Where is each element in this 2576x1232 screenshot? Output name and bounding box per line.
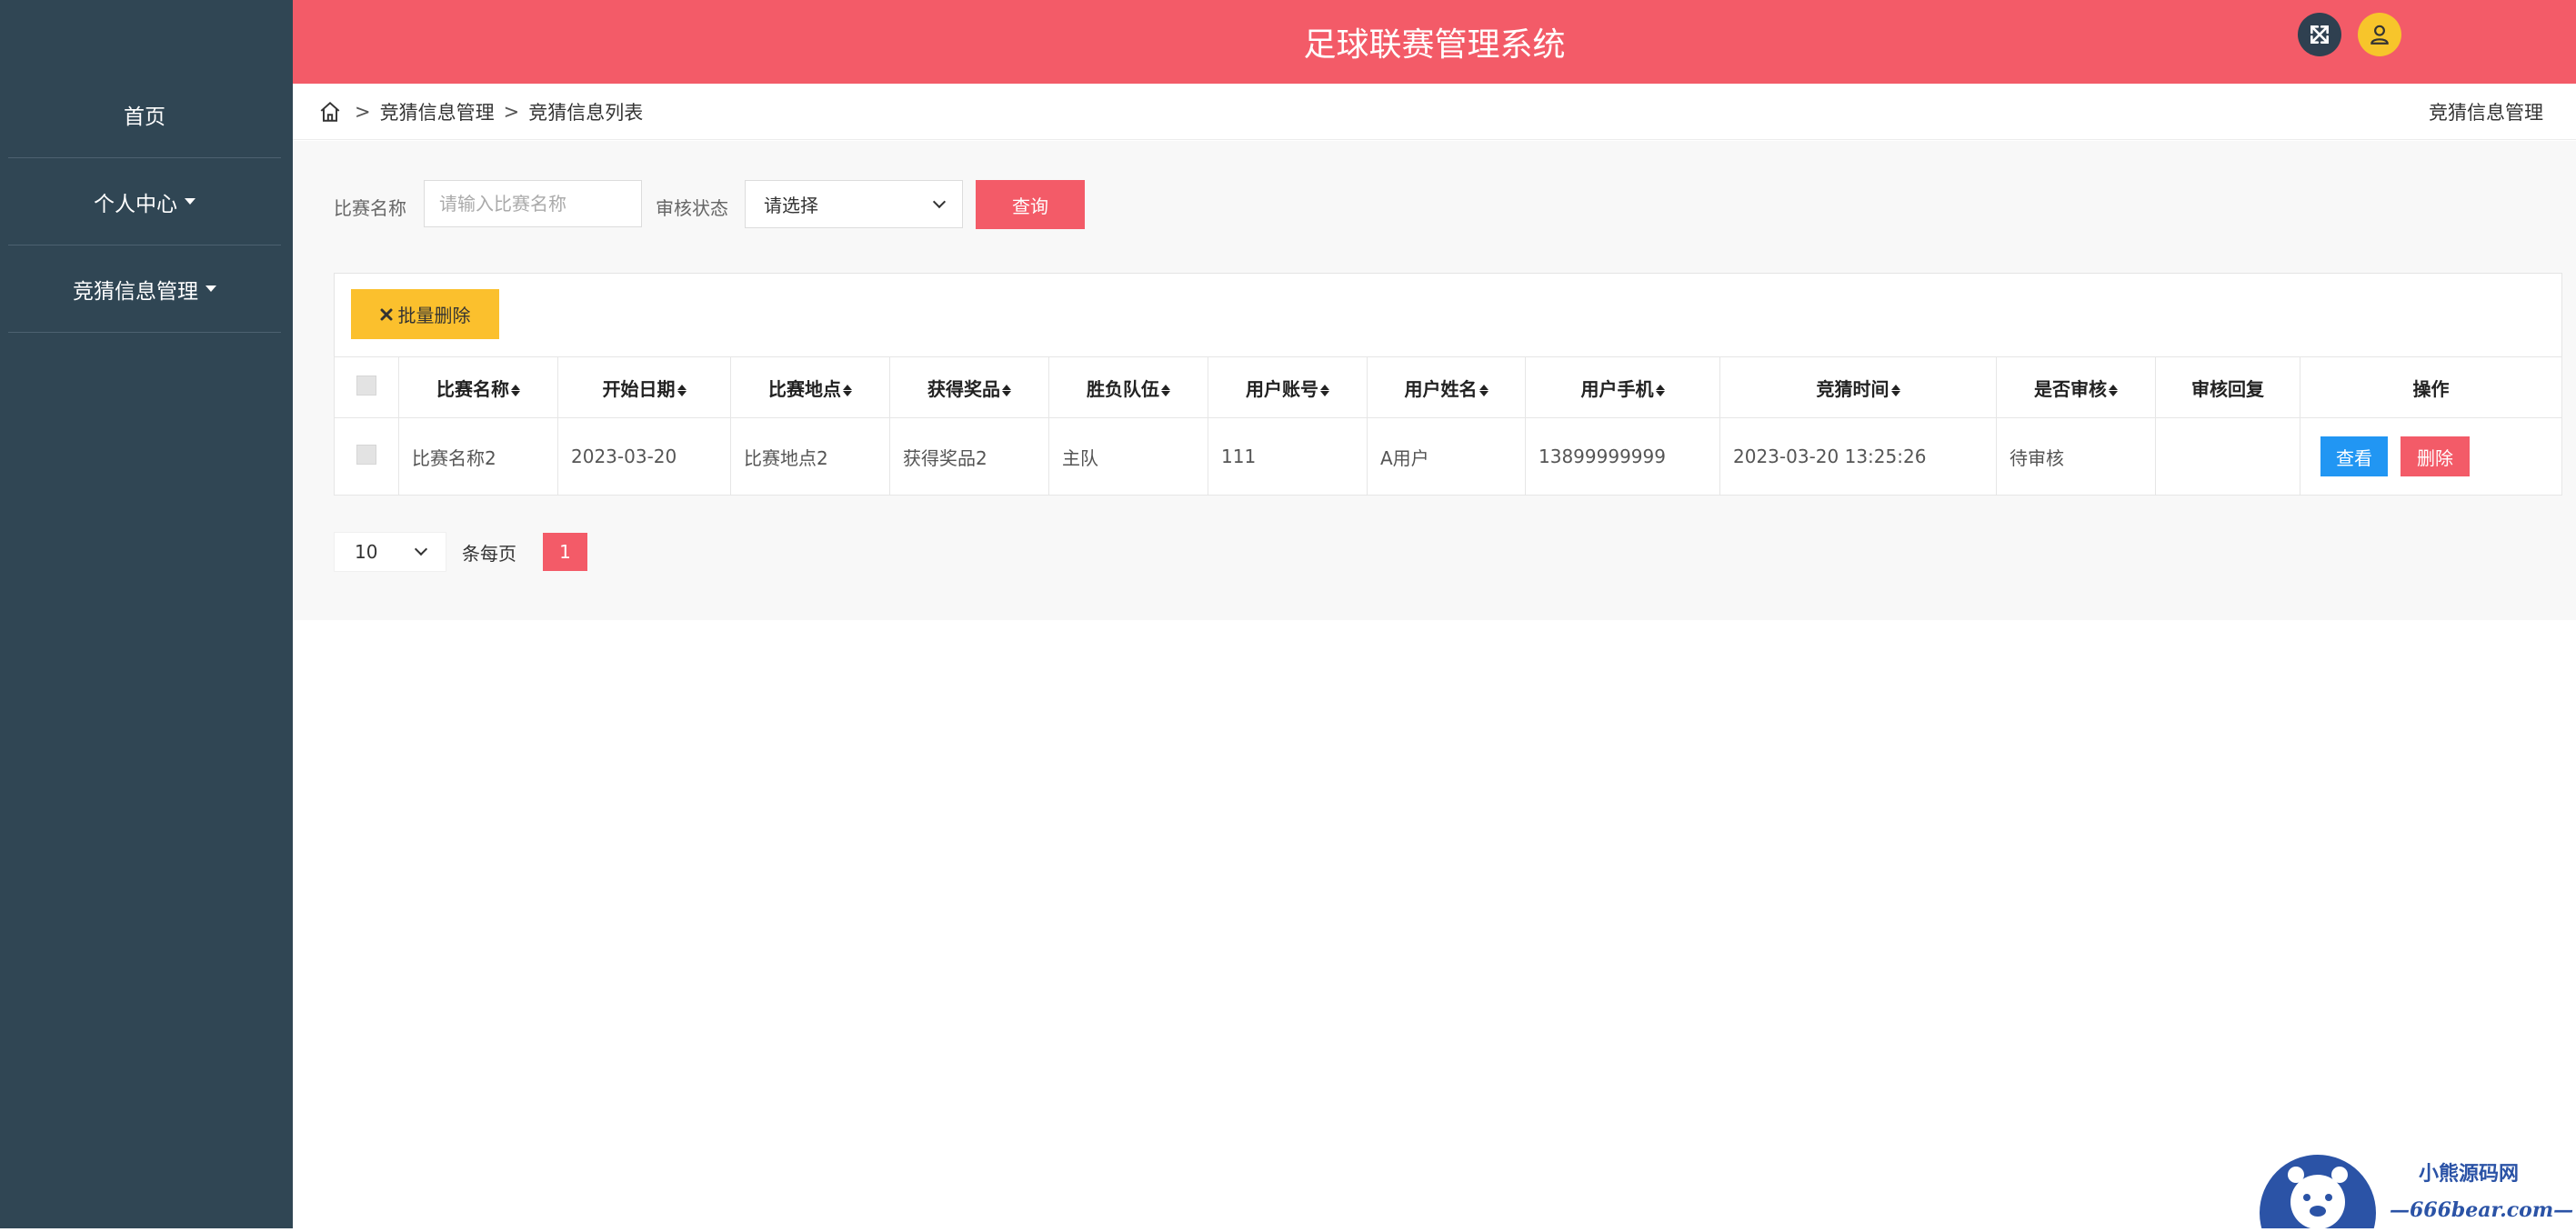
- review-status-value: 请选择: [764, 195, 818, 216]
- chevron-down-icon: [932, 195, 947, 208]
- sidebar-item-personal-center[interactable]: 个人中心: [8, 158, 281, 245]
- column-header[interactable]: 比赛地点: [730, 356, 890, 418]
- select-all-checkbox[interactable]: [356, 375, 376, 396]
- column-header[interactable]: 胜负队伍: [1048, 356, 1208, 418]
- cell-match-name: 比赛名称2: [398, 417, 558, 496]
- page-number-current[interactable]: 1: [543, 533, 587, 571]
- sort-icon: [1002, 384, 1011, 396]
- match-name-label: 比赛名称: [334, 197, 406, 219]
- column-header[interactable]: 用户账号: [1208, 356, 1368, 418]
- expand-icon: [2310, 25, 2329, 44]
- breadcrumb: > 竞猜信息管理 > 竞猜信息列表: [318, 84, 643, 140]
- breadcrumb-bar: > 竞猜信息管理 > 竞猜信息列表 竞猜信息管理: [293, 84, 2576, 140]
- caret-down-icon: [205, 285, 216, 292]
- table-header-row: 比赛名称 开始日期 比赛地点 获得奖品 胜负队伍 用户账号 用户姓名 用户手机 …: [334, 356, 2562, 418]
- cell-actions: 查看 删除: [2300, 417, 2562, 496]
- close-icon: [380, 308, 392, 320]
- batch-delete-button[interactable]: 批量删除: [351, 289, 499, 339]
- cell-team: 主队: [1048, 417, 1208, 496]
- chevron-down-icon: [414, 542, 428, 556]
- breadcrumb-item-current: 竞猜信息列表: [528, 102, 644, 124]
- sort-icon: [843, 384, 852, 396]
- row-select-cell: [334, 417, 399, 496]
- header: 足球联赛管理系统: [293, 0, 2576, 84]
- sidebar-item-label: 个人中心: [94, 192, 177, 216]
- page-size-select[interactable]: 10: [334, 532, 446, 572]
- column-header: 操作: [2300, 356, 2562, 418]
- sort-icon: [511, 384, 520, 396]
- cell-guess-time: 2023-03-20 13:25:26: [1719, 417, 1997, 496]
- app-title: 足球联赛管理系统: [1303, 26, 1566, 64]
- sidebar-item-label: 竞猜信息管理: [73, 279, 198, 304]
- review-status-label: 审核状态: [656, 197, 728, 219]
- column-header[interactable]: 用户姓名: [1367, 356, 1526, 418]
- cell-review-reply: [2155, 417, 2300, 496]
- fullscreen-button[interactable]: [2298, 13, 2341, 56]
- cell-review-status: 待审核: [1996, 417, 2156, 496]
- per-page-label: 条每页: [462, 542, 516, 565]
- view-button[interactable]: 查看: [2320, 436, 2388, 476]
- row-checkbox[interactable]: [356, 444, 376, 465]
- sort-icon: [1161, 384, 1170, 396]
- column-header[interactable]: 获得奖品: [889, 356, 1049, 418]
- column-header[interactable]: 用户手机: [1525, 356, 1720, 418]
- user-avatar-button[interactable]: [2358, 13, 2401, 56]
- table-row: 比赛名称2 2023-03-20 比赛地点2 获得奖品2 主队 111 A用户 …: [334, 417, 2562, 496]
- batch-delete-label: 批量删除: [397, 305, 471, 326]
- breadcrumb-item[interactable]: 竞猜信息管理: [380, 98, 495, 125]
- sidebar: 首页 个人中心 竞猜信息管理: [0, 0, 293, 1228]
- column-header[interactable]: 是否审核: [1996, 356, 2156, 418]
- cell-user-name: A用户: [1367, 417, 1526, 496]
- sidebar-item-guess-management[interactable]: 竞猜信息管理: [8, 245, 281, 333]
- cell-prize: 获得奖品2: [889, 417, 1049, 496]
- guess-table: 比赛名称 开始日期 比赛地点 获得奖品 胜负队伍 用户账号 用户姓名 用户手机 …: [334, 356, 2562, 496]
- bear-logo-icon: [2260, 1155, 2376, 1232]
- select-all-cell: [334, 356, 399, 418]
- delete-button[interactable]: 删除: [2401, 436, 2470, 476]
- review-status-select[interactable]: 请选择: [745, 180, 963, 228]
- caret-down-icon: [185, 198, 195, 205]
- sort-icon: [677, 384, 687, 396]
- cell-start-date: 2023-03-20: [557, 417, 731, 496]
- cell-location: 比赛地点2: [730, 417, 890, 496]
- home-icon[interactable]: [318, 100, 342, 124]
- sort-icon: [1655, 384, 1665, 396]
- watermark-url: —666bear.com—: [2390, 1198, 2574, 1222]
- sidebar-item-label: 首页: [124, 105, 165, 129]
- user-icon: [2371, 25, 2389, 45]
- cell-phone: 13899999999: [1525, 417, 1720, 496]
- sort-icon: [1478, 384, 1488, 396]
- watermark-title: 小熊源码网: [2419, 1162, 2520, 1186]
- sort-icon: [1320, 384, 1329, 396]
- breadcrumb-separator: >: [503, 101, 520, 123]
- page-size-value: 10: [355, 541, 378, 563]
- column-header[interactable]: 比赛名称: [398, 356, 558, 418]
- breadcrumb-separator: >: [355, 101, 371, 123]
- column-header: 审核回复: [2155, 356, 2300, 418]
- page-section-title: 竞猜信息管理: [2429, 102, 2543, 124]
- column-header[interactable]: 竞猜时间: [1719, 356, 1997, 418]
- column-header[interactable]: 开始日期: [557, 356, 731, 418]
- sort-icon: [1890, 384, 1900, 396]
- match-name-input[interactable]: [424, 180, 642, 227]
- sort-icon: [2109, 384, 2118, 396]
- query-button[interactable]: 查询: [976, 180, 1085, 229]
- sidebar-item-home[interactable]: 首页: [8, 71, 281, 158]
- cell-account: 111: [1208, 417, 1368, 496]
